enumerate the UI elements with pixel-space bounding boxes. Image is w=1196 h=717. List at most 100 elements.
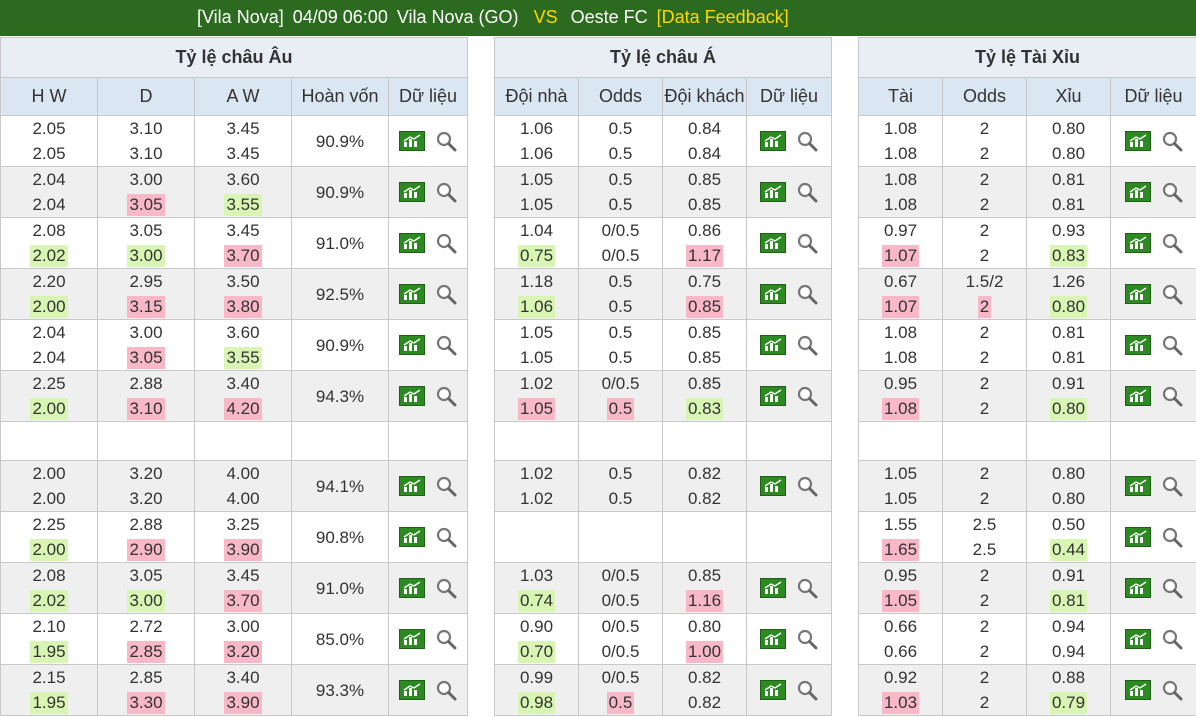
data-cell: [387, 562, 469, 614]
magnifier-icon[interactable]: [796, 385, 818, 407]
magnifier-icon[interactable]: [435, 232, 457, 254]
bar-chart-icon[interactable]: [1124, 284, 1151, 304]
magnifier-icon[interactable]: [1161, 475, 1183, 497]
data-icons: [389, 130, 467, 152]
odds-cell: 1.08 1.08: [858, 115, 943, 167]
bar-chart-icon[interactable]: [399, 233, 426, 253]
magnifier-icon[interactable]: [435, 475, 457, 497]
data-feedback-link[interactable]: [Data Feedback]: [657, 7, 789, 27]
magnifier-icon[interactable]: [796, 181, 818, 203]
magnifier-icon[interactable]: [796, 475, 818, 497]
bar-chart-icon[interactable]: [1124, 182, 1151, 202]
bar-chart-icon[interactable]: [1124, 476, 1151, 496]
magnifier-icon[interactable]: [1161, 526, 1183, 548]
magnifier-icon[interactable]: [435, 385, 457, 407]
bar-chart-icon[interactable]: [399, 284, 426, 304]
bar-chart-icon[interactable]: [399, 386, 426, 406]
odds-value: 2.04: [32, 195, 66, 214]
bar-chart-icon[interactable]: [1124, 386, 1151, 406]
column-header: A W: [194, 77, 292, 116]
magnifier-icon[interactable]: [796, 628, 818, 650]
magnifier-icon[interactable]: [435, 628, 457, 650]
magnifier-icon[interactable]: [1161, 283, 1183, 305]
column-header: Dữ liệu: [1109, 77, 1196, 116]
bar-chart-icon[interactable]: [399, 629, 426, 649]
magnifier-icon[interactable]: [796, 577, 818, 599]
empty-cell: [1026, 421, 1111, 461]
magnifier-icon[interactable]: [435, 181, 457, 203]
magnifier-icon[interactable]: [1161, 385, 1183, 407]
magnifier-icon[interactable]: [435, 334, 457, 356]
bar-chart-icon[interactable]: [1124, 629, 1151, 649]
bar-chart-icon[interactable]: [760, 629, 787, 649]
table-row: 1.02 1.05 0/0.5 0.5 0.85 0.83: [494, 370, 833, 422]
bar-chart-icon[interactable]: [1124, 680, 1151, 700]
odds-cell: 2.25 2.00: [0, 511, 98, 563]
bar-chart-icon[interactable]: [760, 578, 787, 598]
bar-chart-icon[interactable]: [760, 335, 787, 355]
magnifier-icon[interactable]: [796, 334, 818, 356]
bar-chart-icon[interactable]: [399, 527, 426, 547]
bar-chart-icon[interactable]: [399, 680, 426, 700]
odds-value: 0.93: [1051, 221, 1086, 240]
odds-value: 0.5: [608, 464, 633, 483]
odds-cell: 0.82 0.82: [662, 460, 747, 512]
magnifier-icon[interactable]: [1161, 232, 1183, 254]
magnifier-icon[interactable]: [1161, 181, 1183, 203]
bar-chart-icon[interactable]: [760, 182, 787, 202]
bar-chart-icon[interactable]: [399, 131, 426, 151]
odds-value: 1.02: [519, 374, 554, 393]
magnifier-icon[interactable]: [1161, 577, 1183, 599]
bar-chart-icon[interactable]: [399, 476, 426, 496]
odds-value: 1.08: [883, 195, 918, 214]
bar-chart-icon[interactable]: [1124, 578, 1151, 598]
bar-chart-icon[interactable]: [399, 578, 426, 598]
bar-chart-icon[interactable]: [1124, 335, 1151, 355]
magnifier-icon[interactable]: [435, 526, 457, 548]
payout-cell: 90.9%: [291, 115, 389, 167]
magnifier-icon[interactable]: [796, 130, 818, 152]
magnifier-icon[interactable]: [435, 130, 457, 152]
magnifier-icon[interactable]: [1161, 679, 1183, 701]
magnifier-icon[interactable]: [1161, 130, 1183, 152]
magnifier-icon[interactable]: [435, 577, 457, 599]
data-icons: [1111, 130, 1196, 152]
odds-cell: 1.05 1.05: [494, 166, 579, 218]
data-icons: [1111, 679, 1196, 701]
bar-chart-icon[interactable]: [760, 131, 787, 151]
table-row: [494, 511, 833, 563]
bar-chart-icon[interactable]: [760, 386, 787, 406]
table-row: 2.08 2.02 3.05 3.00 3.45 3.70 91.0%: [0, 217, 469, 269]
magnifier-icon[interactable]: [796, 232, 818, 254]
odds-value: 0.66: [883, 617, 918, 636]
bar-chart-icon[interactable]: [1124, 527, 1151, 547]
column-header: Xỉu: [1026, 77, 1111, 116]
odds-value: 0.81: [1051, 348, 1086, 367]
magnifier-icon[interactable]: [1161, 628, 1183, 650]
bar-chart-icon[interactable]: [399, 182, 426, 202]
data-icons: [389, 232, 467, 254]
bar-chart-icon[interactable]: [760, 680, 787, 700]
magnifier-icon[interactable]: [435, 679, 457, 701]
odds-value: 3.60: [226, 323, 260, 342]
odds-value: 0.85: [687, 374, 722, 393]
column-header: Dữ liệu: [387, 77, 469, 116]
magnifier-icon[interactable]: [1161, 334, 1183, 356]
odds-value: 1.26: [1051, 272, 1086, 291]
bar-chart-icon[interactable]: [399, 335, 426, 355]
odds-value: 1.07: [881, 245, 920, 267]
data-icons: [389, 679, 467, 701]
odds-value: 0.85: [687, 348, 722, 367]
bar-chart-icon[interactable]: [1124, 131, 1151, 151]
bar-chart-icon[interactable]: [760, 284, 787, 304]
bar-chart-icon[interactable]: [760, 233, 787, 253]
odds-value: 3.00: [226, 617, 260, 636]
magnifier-icon[interactable]: [796, 283, 818, 305]
magnifier-icon[interactable]: [796, 679, 818, 701]
table-row: 2.04 2.04 3.00 3.05 3.60 3.55 90.9%: [0, 166, 469, 218]
bar-chart-icon[interactable]: [760, 476, 787, 496]
odds-value: 1.5/2: [965, 272, 1004, 291]
bar-chart-icon[interactable]: [1124, 233, 1151, 253]
table-row: 1.03 0.74 0/0.5 0/0.5 0.85 1.16: [494, 562, 833, 614]
magnifier-icon[interactable]: [435, 283, 457, 305]
